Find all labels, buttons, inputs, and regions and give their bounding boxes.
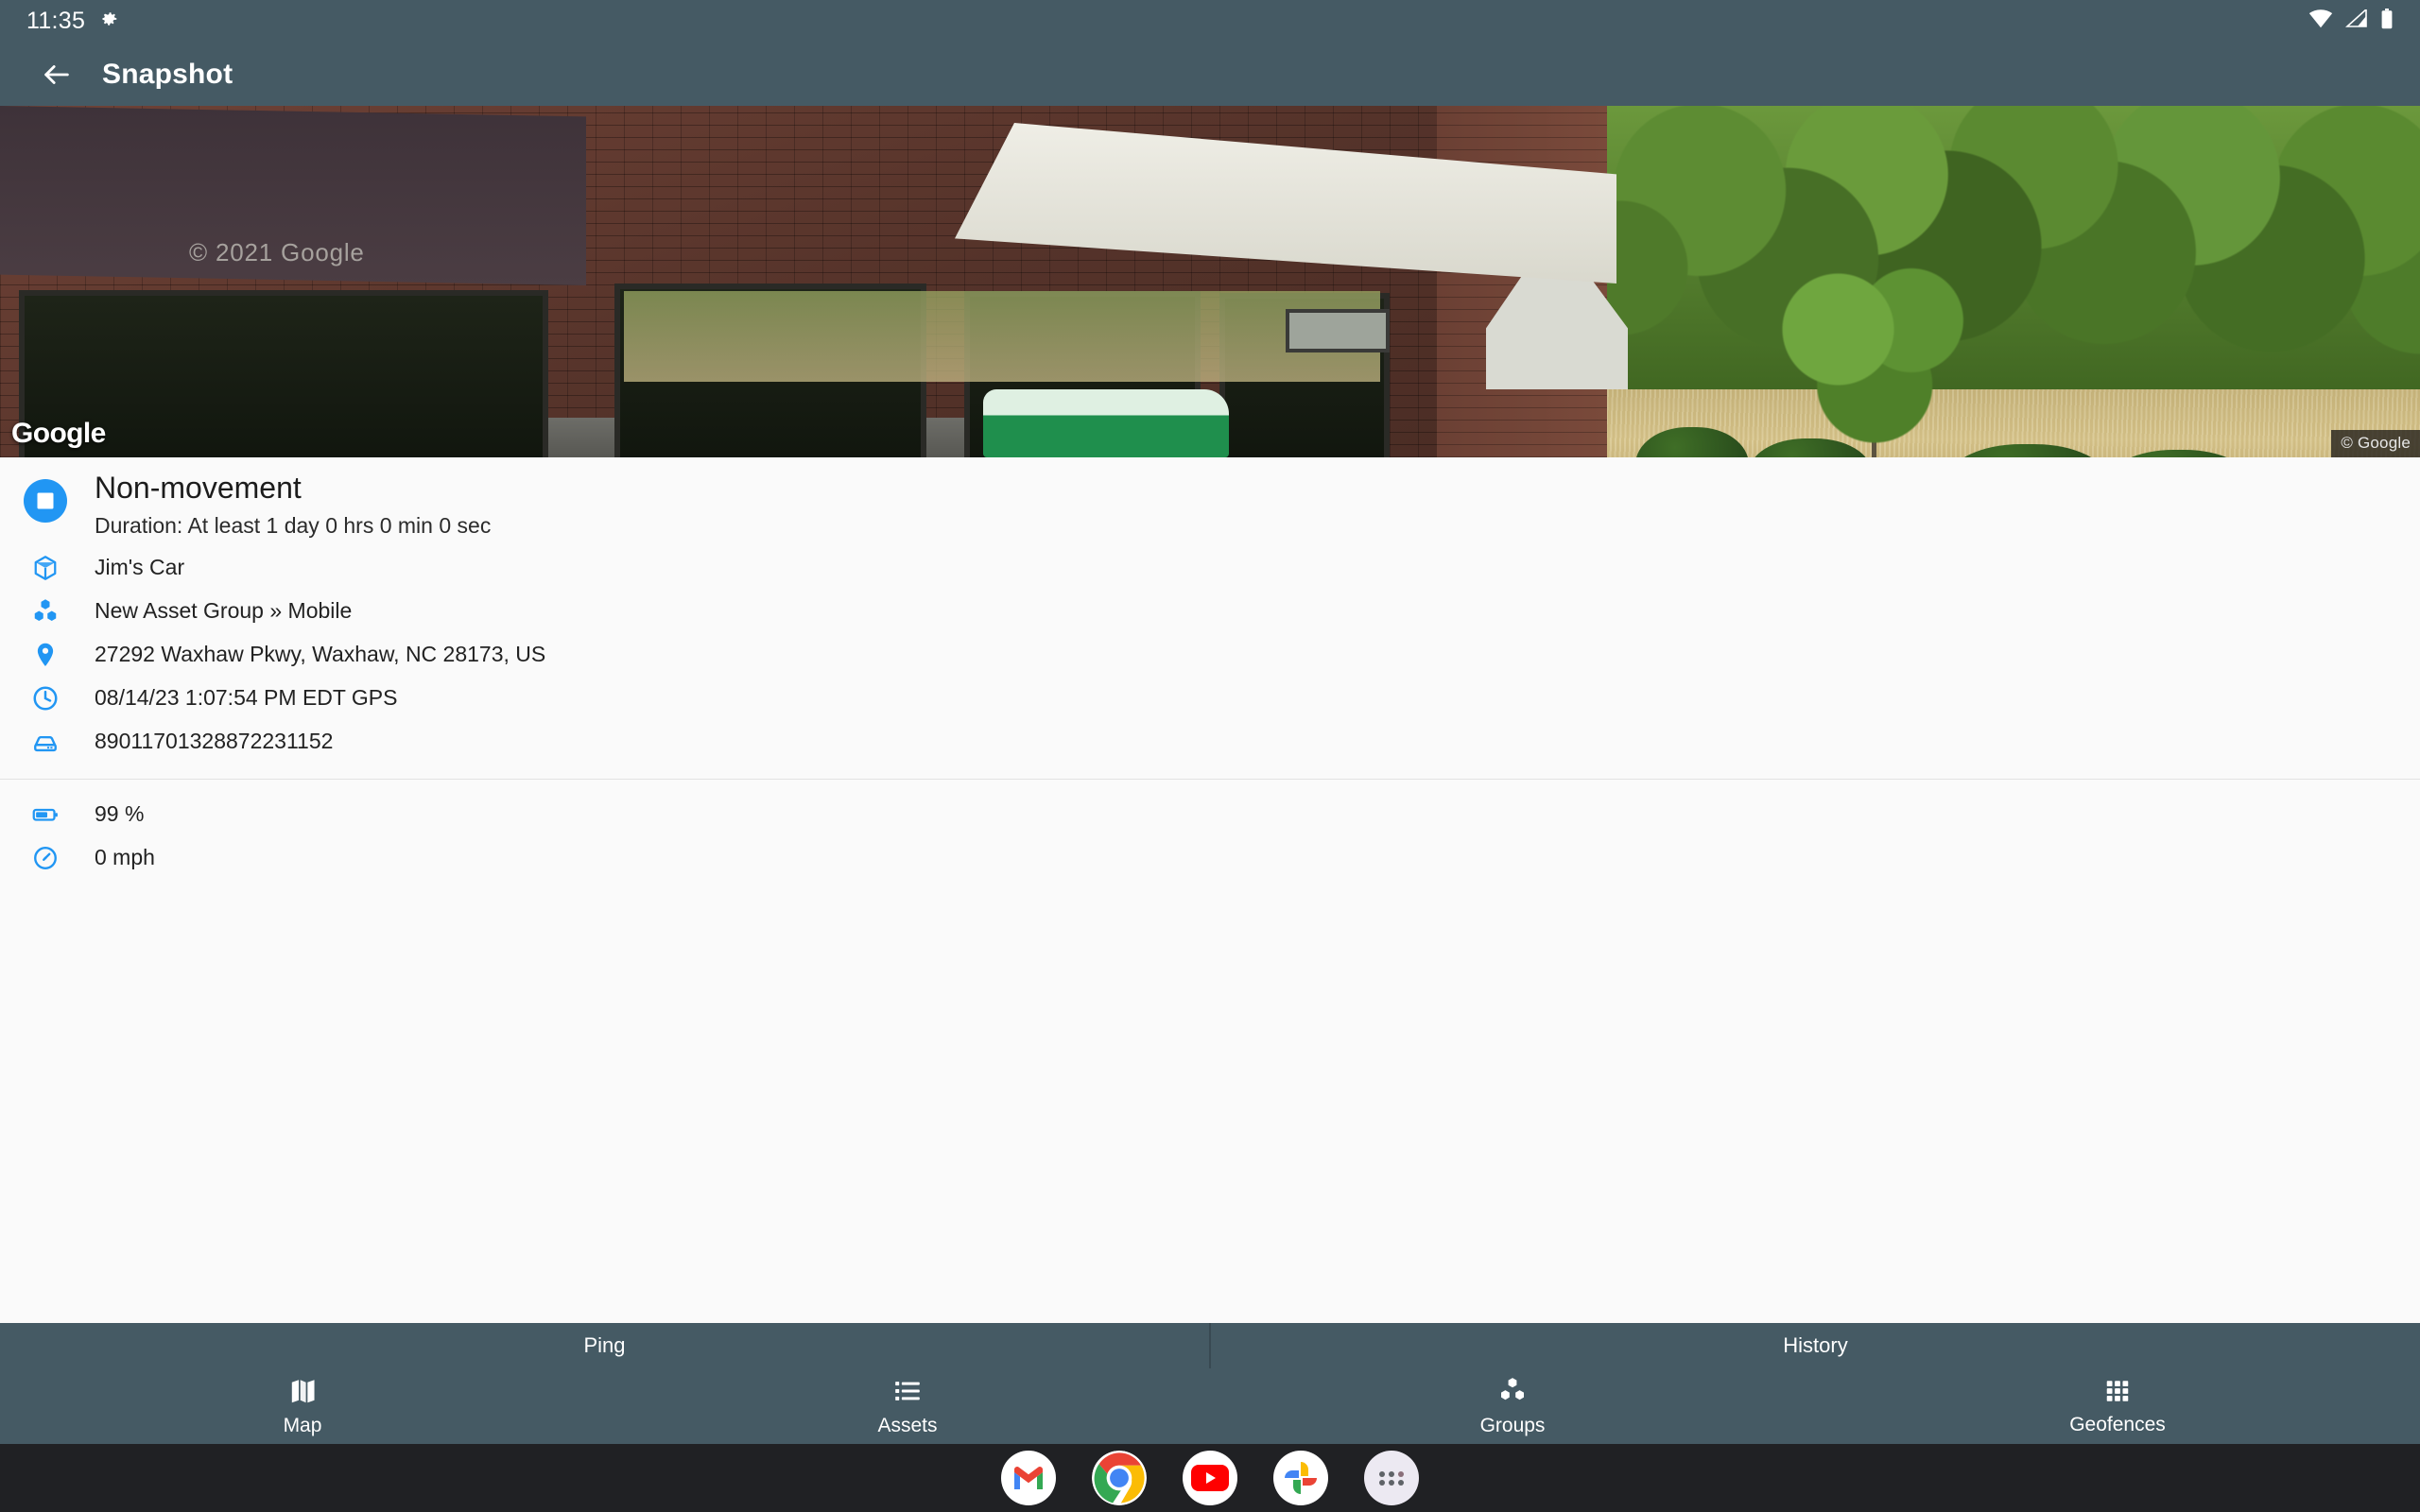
- asset-name-value: Jim's Car: [95, 555, 185, 580]
- nav-item-groups[interactable]: Groups: [1210, 1368, 1815, 1444]
- cube-stack-icon: [0, 597, 91, 626]
- street-view-attribution: © Google: [2331, 430, 2420, 457]
- tab-history[interactable]: History: [1211, 1323, 2420, 1368]
- wall-sign: [1286, 309, 1390, 352]
- snapshot-screen: 11:35 Snapshot © 2021 Google Google © Go…: [0, 0, 2420, 1512]
- street-view-canvas: © 2021 Google Google © Google: [0, 106, 2420, 457]
- youtube-app-icon[interactable]: [1183, 1451, 1237, 1505]
- section-divider: [0, 778, 2420, 780]
- stop-square-icon: [0, 471, 91, 524]
- ping-history-tabbar: Ping History: [0, 1323, 2420, 1368]
- map-icon: [287, 1376, 318, 1411]
- nav-item-geofences[interactable]: Geofences: [1815, 1368, 2420, 1444]
- map-pin-icon: [0, 641, 91, 669]
- event-duration: Duration: At least 1 day 0 hrs 0 min 0 s…: [95, 512, 492, 538]
- google-photos-app-icon[interactable]: [1273, 1451, 1328, 1505]
- detail-row-timestamp: 08/14/23 1:07:54 PM EDT GPS: [0, 677, 2420, 720]
- detail-row-asset-group: New Asset Group » Mobile: [0, 590, 2420, 633]
- timestamp-value: 08/14/23 1:07:54 PM EDT GPS: [95, 685, 398, 711]
- list-icon: [892, 1376, 923, 1411]
- device-icon: [0, 728, 91, 756]
- app-drawer-icon[interactable]: [1364, 1451, 1419, 1505]
- event-summary-text: Non-movement Duration: At least 1 day 0 …: [91, 471, 491, 539]
- event-summary: Non-movement Duration: At least 1 day 0 …: [0, 457, 2420, 546]
- gmail-app-icon[interactable]: [1001, 1451, 1056, 1505]
- page-title: Snapshot: [102, 58, 233, 90]
- street-view-image[interactable]: © 2021 Google Google © Google: [0, 106, 2420, 457]
- status-bar: 11:35: [0, 0, 2420, 43]
- address-value: 27292 Waxhaw Pkwy, Waxhaw, NC 28173, US: [95, 642, 546, 667]
- nav-item-groups-label: Groups: [1479, 1414, 1546, 1436]
- speed-value: 0 mph: [95, 845, 155, 870]
- speedometer-icon: [0, 844, 91, 872]
- bottom-navigation: Map Assets Groups Geofences: [0, 1368, 2420, 1444]
- tree-line: [1550, 106, 2420, 408]
- groups-icon: [1497, 1376, 1528, 1411]
- detail-row-battery: 99 %: [0, 793, 2420, 836]
- tree-crown: [1777, 266, 1980, 446]
- battery-icon: [0, 800, 91, 829]
- snapshot-details: Non-movement Duration: At least 1 day 0 …: [0, 457, 2420, 880]
- status-bar-left: 11:35: [26, 8, 119, 35]
- nav-item-map[interactable]: Map: [0, 1368, 605, 1444]
- detail-row-device-id: 89011701328872231152: [0, 720, 2420, 764]
- chrome-app-icon[interactable]: [1092, 1451, 1147, 1505]
- android-taskbar: [0, 1444, 2420, 1512]
- battery-icon: [2380, 9, 2394, 34]
- window-reflection: [624, 291, 1380, 382]
- tab-history-label: History: [1783, 1333, 1848, 1357]
- back-arrow-icon[interactable]: [36, 54, 78, 95]
- settings-gear-icon: [98, 9, 119, 34]
- wifi-icon: [2308, 9, 2333, 33]
- nav-item-geofences-label: Geofences: [2069, 1413, 2166, 1435]
- battery-value: 99 %: [95, 801, 145, 827]
- cube-icon: [0, 554, 91, 582]
- app-bar: Snapshot: [0, 43, 2420, 106]
- tab-ping-label: Ping: [583, 1333, 626, 1357]
- nav-item-map-label: Map: [283, 1414, 322, 1436]
- status-bar-clock: 11:35: [26, 8, 86, 34]
- detail-row-address: 27292 Waxhaw Pkwy, Waxhaw, NC 28173, US: [0, 633, 2420, 677]
- asset-group-value: New Asset Group » Mobile: [95, 598, 353, 624]
- detail-row-asset-name: Jim's Car: [0, 546, 2420, 590]
- status-bar-right: [2308, 8, 2394, 34]
- google-logo: Google: [11, 418, 106, 449]
- nav-item-assets-label: Assets: [877, 1414, 938, 1436]
- detail-row-speed: 0 mph: [0, 836, 2420, 880]
- device-id-value: 89011701328872231152: [95, 729, 334, 754]
- street-view-watermark: © 2021 Google: [189, 238, 365, 266]
- nav-item-assets[interactable]: Assets: [605, 1368, 1210, 1444]
- parked-car: [983, 389, 1229, 457]
- event-title: Non-movement: [95, 471, 302, 505]
- cellular-signal-icon: [2344, 8, 2368, 33]
- grid-icon: [2103, 1377, 2132, 1410]
- clock-icon: [0, 684, 91, 713]
- tab-ping[interactable]: Ping: [0, 1323, 1209, 1368]
